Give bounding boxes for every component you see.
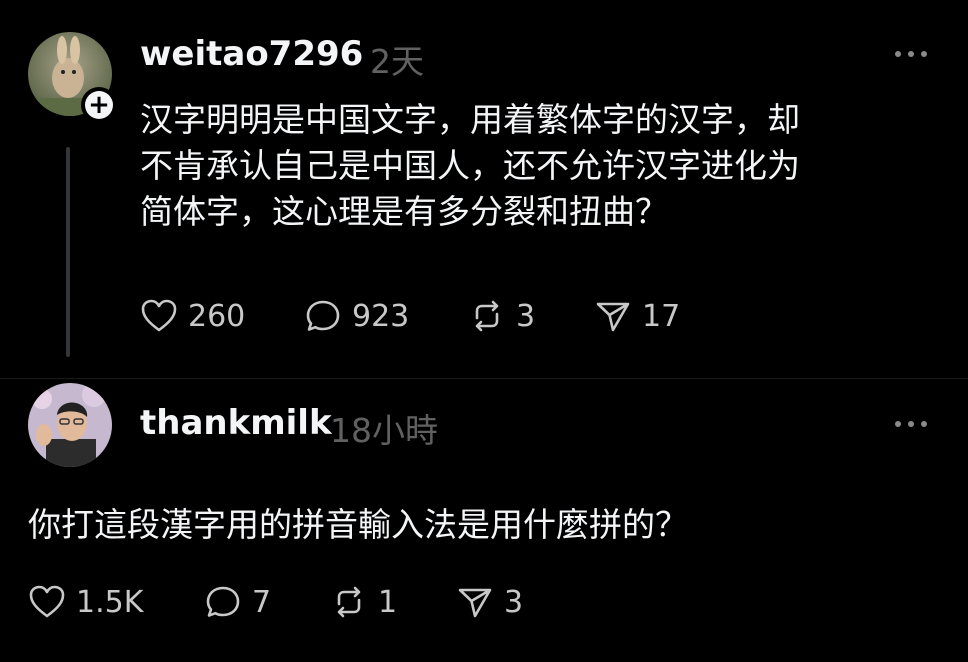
repost-button[interactable]: 3: [468, 298, 594, 334]
reply-button[interactable]: 923: [304, 298, 468, 334]
avatar[interactable]: [28, 383, 112, 467]
timestamp: 2天: [370, 42, 424, 81]
follow-button[interactable]: +: [81, 87, 117, 123]
share-button[interactable]: 3: [456, 584, 556, 620]
thread-line: [66, 147, 70, 357]
like-count: 1.5K: [76, 584, 144, 620]
share-count: 3: [504, 584, 524, 620]
divider: [0, 378, 968, 379]
reply-count: 7: [252, 584, 272, 620]
share-icon: [458, 588, 492, 618]
repost-button[interactable]: 1: [330, 584, 456, 620]
heart-icon: [29, 585, 65, 618]
post-text-line: 你打這段漢字用的拼音輸入法是用什麼拼的？: [28, 505, 688, 544]
post-text-line: 不肯承认自己是中国人，还不允许汉字进化为: [140, 146, 800, 185]
like-button[interactable]: 260: [140, 298, 304, 334]
timestamp: 18小時: [330, 411, 438, 450]
post-text-line: 简体字，这心理是有多分裂和扭曲？: [140, 192, 668, 231]
post-text-line: 汉字明明是中国文字，用着繁体字的汉字，却: [140, 100, 800, 139]
post-text: 汉字明明是中国文字，用着繁体字的汉字，却 不肯承认自己是中国人，还不允许汉字进化…: [140, 97, 800, 235]
plus-icon: +: [85, 91, 113, 119]
share-icon: [596, 302, 630, 332]
heart-icon: [141, 299, 177, 332]
username[interactable]: weitao7296: [140, 34, 363, 74]
post-actions: 260 923 3 17: [140, 298, 694, 334]
more-icon[interactable]: [895, 421, 927, 427]
username[interactable]: thankmilk: [140, 403, 332, 443]
share-button[interactable]: 17: [594, 298, 694, 334]
share-count: 17: [642, 298, 681, 334]
repost-count: 1: [378, 584, 398, 620]
comment-icon: [306, 300, 340, 331]
repost-icon: [337, 586, 361, 618]
like-button[interactable]: 1.5K: [28, 584, 204, 620]
post-text: 你打這段漢字用的拼音輸入法是用什麼拼的？: [28, 502, 688, 548]
comment-icon: [206, 586, 240, 617]
reply-count: 923: [352, 298, 410, 334]
post-actions: 1.5K 7 1 3: [28, 584, 556, 620]
like-count: 260: [188, 298, 246, 334]
repost-icon: [475, 300, 499, 332]
more-icon[interactable]: [895, 51, 927, 57]
repost-count: 3: [516, 298, 536, 334]
reply-button[interactable]: 7: [204, 584, 330, 620]
